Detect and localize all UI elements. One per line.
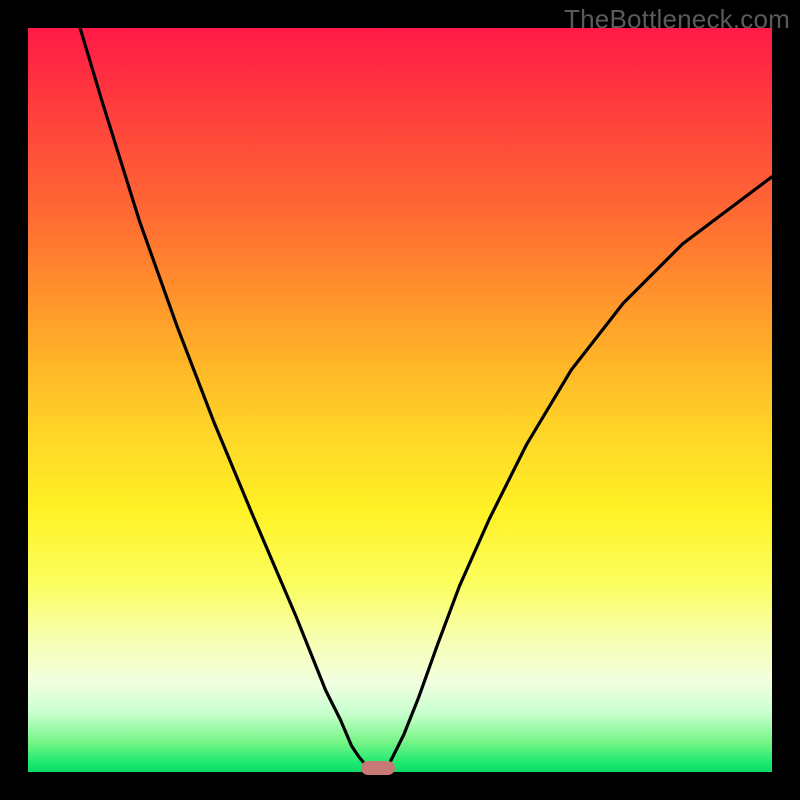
min-marker [361,761,395,775]
curve-layer [28,28,772,772]
right-curve [385,177,772,772]
left-curve [80,28,370,772]
outer-frame: TheBottleneck.com [0,0,800,800]
plot-area [28,28,772,772]
